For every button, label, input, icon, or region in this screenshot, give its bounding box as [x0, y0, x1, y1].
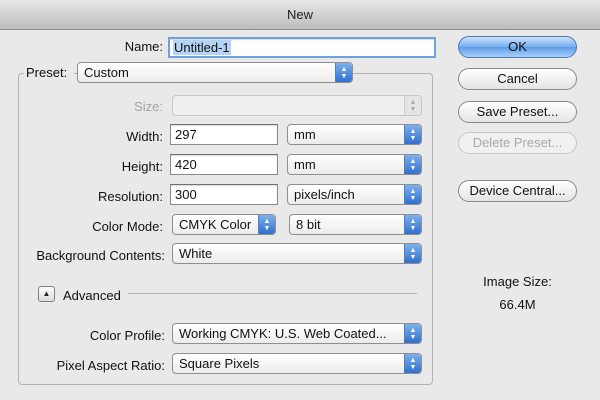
preset-select[interactable]: Custom ▲ ▼: [77, 62, 353, 83]
width-input[interactable]: 297: [170, 124, 278, 145]
color-profile-label: Color Profile:: [89, 328, 165, 343]
preset-value: Custom: [84, 65, 129, 80]
up-down-chevron-icon: ▲ ▼: [335, 63, 352, 82]
preset-label: Preset:: [24, 65, 74, 80]
name-input[interactable]: Untitled-1: [168, 37, 436, 58]
ok-button[interactable]: OK: [458, 36, 577, 58]
name-label: Name:: [124, 39, 163, 54]
up-down-chevron-icon: ▲ ▼: [404, 155, 421, 174]
color-profile-value: Working CMYK: U.S. Web Coated...: [179, 326, 387, 341]
height-unit-select[interactable]: mm ▲ ▼: [287, 154, 422, 175]
up-down-chevron-icon: ▲ ▼: [258, 215, 275, 234]
bit-depth-select[interactable]: 8 bit ▲ ▼: [289, 214, 422, 235]
bit-depth-value: 8 bit: [296, 217, 321, 232]
height-unit-value: mm: [294, 157, 316, 172]
image-size-value: 66.4M: [499, 297, 536, 312]
up-down-chevron-icon: ▲ ▼: [404, 244, 421, 263]
up-down-chevron-icon: ▲ ▼: [404, 96, 421, 115]
up-down-chevron-icon: ▲ ▼: [404, 324, 421, 343]
window-title: New: [0, 0, 600, 30]
width-unit-select[interactable]: mm ▲ ▼: [287, 124, 422, 145]
pixel-aspect-ratio-select[interactable]: Square Pixels ▲ ▼: [172, 353, 422, 374]
pixel-aspect-ratio-label: Pixel Aspect Ratio:: [56, 358, 165, 373]
background-contents-label: Background Contents:: [36, 248, 165, 263]
height-label: Height:: [121, 159, 163, 174]
pixel-aspect-ratio-value: Square Pixels: [179, 356, 260, 371]
new-document-dialog: New Name: Untitled-1 Preset: Custom ▲ ▼ S…: [0, 0, 600, 400]
up-down-chevron-icon: ▲ ▼: [404, 125, 421, 144]
size-label: Size:: [134, 99, 163, 114]
advanced-label: Advanced: [63, 288, 121, 303]
background-contents-select[interactable]: White ▲ ▼: [172, 243, 422, 264]
resolution-input[interactable]: 300: [170, 184, 278, 205]
up-down-chevron-icon: ▲ ▼: [404, 185, 421, 204]
height-input[interactable]: 420: [170, 154, 278, 175]
background-contents-value: White: [179, 246, 213, 261]
resolution-label: Resolution:: [97, 189, 163, 204]
size-select[interactable]: ▲ ▼: [172, 95, 422, 116]
resolution-unit-select[interactable]: pixels/inch ▲ ▼: [287, 184, 422, 205]
delete-preset-button[interactable]: Delete Preset...: [458, 132, 577, 154]
resolution-unit-value: pixels/inch: [294, 187, 355, 202]
width-label: Width:: [126, 129, 163, 144]
advanced-disclosure-icon[interactable]: ▲: [38, 286, 55, 302]
color-mode-value: CMYK Color: [179, 217, 252, 232]
color-profile-select[interactable]: Working CMYK: U.S. Web Coated... ▲ ▼: [172, 323, 422, 344]
up-down-chevron-icon: ▲ ▼: [404, 354, 421, 373]
name-value: Untitled-1: [173, 40, 231, 55]
device-central-button[interactable]: Device Central...: [458, 180, 577, 202]
image-size-label: Image Size:: [483, 274, 552, 289]
save-preset-button[interactable]: Save Preset...: [458, 101, 577, 123]
width-unit-value: mm: [294, 127, 316, 142]
color-mode-label: Color Mode:: [92, 219, 163, 234]
advanced-divider: [128, 293, 417, 294]
up-down-chevron-icon: ▲ ▼: [404, 215, 421, 234]
cancel-button[interactable]: Cancel: [458, 68, 577, 90]
color-mode-select[interactable]: CMYK Color ▲ ▼: [172, 214, 276, 235]
